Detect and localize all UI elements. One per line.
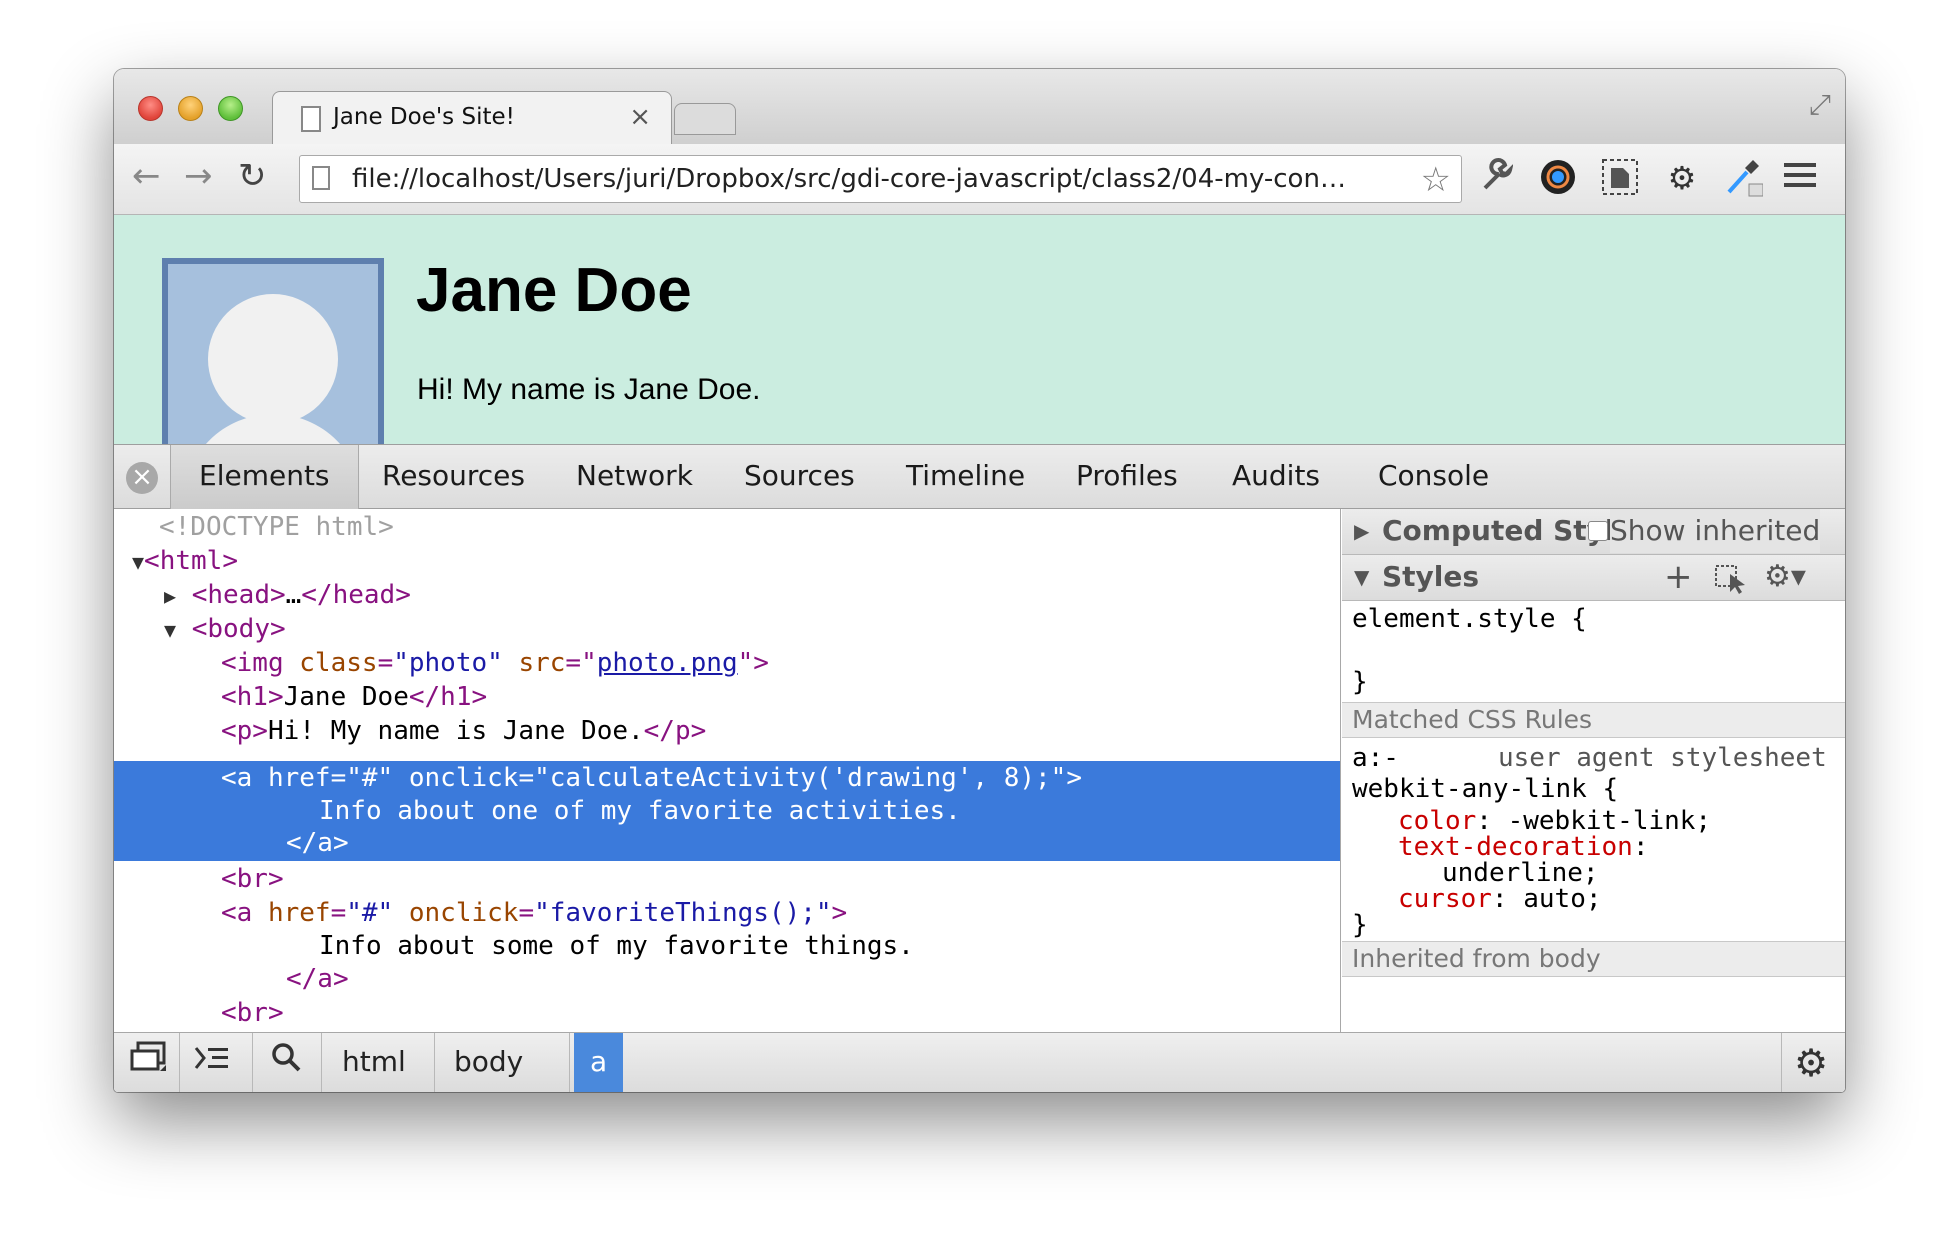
photo-link[interactable]: photo.png — [597, 648, 738, 678]
devtools-close-button[interactable]: × — [126, 462, 158, 494]
dom-node-p[interactable]: <p>Hi! My name is Jane Doe.</p> — [221, 715, 706, 748]
dom-node-body[interactable]: ▼ <body> — [164, 613, 286, 647]
close-brace: } — [1352, 667, 1368, 697]
dom-tree: <!DOCTYPE html> ▼<html> ▶ <head>…</head>… — [114, 509, 1341, 1032]
dom-node-a-close[interactable]: </a> — [286, 963, 349, 996]
collapse-triangle-icon: ▶ — [1354, 519, 1370, 543]
page-paragraph: Hi! My name is Jane Doe. — [417, 373, 761, 406]
dom-text-node[interactable]: Info about one of my favorite activities… — [319, 795, 961, 828]
gear-icon[interactable]: ⚙▾ — [1764, 555, 1806, 599]
dom-node-doctype[interactable]: <!DOCTYPE html> — [159, 511, 394, 544]
dom-node-img[interactable]: <img class="photo" src="photo.png"> — [221, 647, 769, 680]
tab-timeline[interactable]: Timeline — [906, 445, 1025, 509]
eyedropper-icon[interactable] — [1724, 158, 1764, 198]
styles-title: Styles — [1382, 560, 1480, 593]
search-icon[interactable] — [264, 1041, 308, 1085]
styles-header[interactable]: ▼ Styles + ⚙▾ — [1342, 555, 1845, 601]
back-button[interactable]: ← — [132, 156, 161, 196]
show-inherited-label: Show inherited — [1610, 509, 1821, 553]
tab-network[interactable]: Network — [576, 445, 693, 509]
devtools-panel: × Elements Resources Network Sources Tim… — [114, 444, 1845, 1092]
dom-node-h1[interactable]: <h1>Jane Doe</h1> — [221, 681, 487, 714]
element-style-rule[interactable]: element.style { — [1352, 603, 1587, 635]
close-window-button[interactable] — [138, 96, 163, 121]
breadcrumb-html[interactable]: html — [322, 1033, 426, 1092]
tab-profiles[interactable]: Profiles — [1076, 445, 1178, 509]
dom-node-a-selected[interactable]: <a href="#" onclick="calculateActivity('… — [221, 762, 1082, 795]
evernote-icon[interactable] — [1600, 158, 1640, 198]
expand-triangle-icon[interactable]: ▼ — [132, 550, 144, 574]
dom-node-head[interactable]: ▶ <head>…</head> — [164, 579, 411, 613]
expand-triangle-icon[interactable]: ▼ — [164, 618, 176, 642]
dock-icon[interactable] — [126, 1041, 170, 1085]
address-bar[interactable]: file://localhost/Users/juri/Dropbox/src/… — [299, 155, 1462, 203]
breadcrumb-body[interactable]: body — [434, 1033, 543, 1092]
forward-button[interactable]: → — [184, 156, 213, 196]
css-declaration[interactable]: cursor: auto; — [1398, 883, 1602, 915]
browser-toolbar: ← → ↻ file://localhost/Users/juri/Dropbo… — [114, 144, 1845, 215]
breadcrumb-a[interactable]: a — [574, 1033, 624, 1092]
console-drawer-icon[interactable] — [190, 1041, 234, 1085]
tab-sources[interactable]: Sources — [744, 445, 855, 509]
tab-title: Jane Doe's Site! — [333, 104, 515, 130]
rule-selector[interactable]: webkit-any-link { — [1352, 773, 1618, 805]
close-brace: } — [1352, 910, 1368, 940]
tab-console[interactable]: Console — [1378, 445, 1489, 509]
page-icon — [301, 106, 321, 132]
new-tab-button[interactable] — [674, 103, 736, 135]
profile-photo — [162, 258, 384, 444]
add-style-rule-button[interactable]: + — [1664, 555, 1693, 599]
rule-selector[interactable]: a:- — [1352, 742, 1399, 774]
camera-icon[interactable] — [1538, 158, 1578, 198]
styles-sidebar: ▶ Computed Style Show inherited ▼ Styles… — [1342, 509, 1845, 1032]
rule-source: user agent stylesheet — [1498, 743, 1827, 773]
collapse-triangle-icon[interactable]: ▶ — [164, 584, 176, 608]
web-page: Jane Doe Hi! My name is Jane Doe. — [114, 215, 1845, 444]
devtools-status-bar: html body a ⚙ — [114, 1032, 1845, 1092]
menu-icon[interactable] — [1780, 158, 1820, 198]
browser-tab[interactable]: Jane Doe's Site! × — [272, 91, 672, 145]
tab-resources[interactable]: Resources — [382, 445, 525, 509]
zoom-window-button[interactable] — [218, 96, 243, 121]
wrench-icon[interactable] — [1476, 158, 1516, 198]
tab-elements[interactable]: Elements — [170, 445, 359, 509]
computed-style-header[interactable]: ▶ Computed Style Show inherited — [1342, 509, 1845, 555]
dom-node-a-close[interactable]: </a> — [286, 827, 349, 860]
dom-node-a[interactable]: <a href="#" onclick="favoriteThings();"> — [221, 897, 847, 930]
title-bar: Jane Doe's Site! × ⤢ — [114, 69, 1845, 145]
dom-node-html[interactable]: ▼<html> — [132, 545, 238, 579]
dom-node-br[interactable]: <br> — [221, 863, 284, 896]
url-text[interactable]: file://localhost/Users/juri/Dropbox/src/… — [352, 164, 1346, 194]
bookmark-star-icon[interactable]: ☆ — [1421, 160, 1451, 200]
inherited-from-header: Inherited from body — [1342, 941, 1845, 977]
page-heading: Jane Doe — [416, 256, 692, 325]
browser-window: Jane Doe's Site! × ⤢ ← → ↻ file://localh… — [114, 69, 1845, 1092]
gear-icon[interactable]: ⚙ — [1789, 1041, 1833, 1085]
expand-triangle-icon: ▼ — [1354, 565, 1370, 589]
page-icon — [312, 166, 330, 190]
reload-button[interactable]: ↻ — [238, 156, 267, 196]
dom-text-node[interactable]: Info about some of my favorite things. — [319, 930, 914, 963]
dom-node-br[interactable]: <br> — [221, 997, 284, 1030]
minimize-window-button[interactable] — [178, 96, 203, 121]
matched-css-rules-header: Matched CSS Rules — [1342, 702, 1845, 738]
tab-close-button[interactable]: × — [629, 102, 651, 132]
tab-audits[interactable]: Audits — [1232, 445, 1320, 509]
fullscreen-icon[interactable]: ⤢ — [1809, 89, 1831, 122]
element-state-icon[interactable] — [1714, 563, 1748, 607]
gear-icon[interactable]: ⚙ — [1662, 158, 1702, 198]
devtools-tab-bar: × Elements Resources Network Sources Tim… — [114, 444, 1845, 509]
show-inherited-checkbox[interactable] — [1588, 521, 1608, 541]
